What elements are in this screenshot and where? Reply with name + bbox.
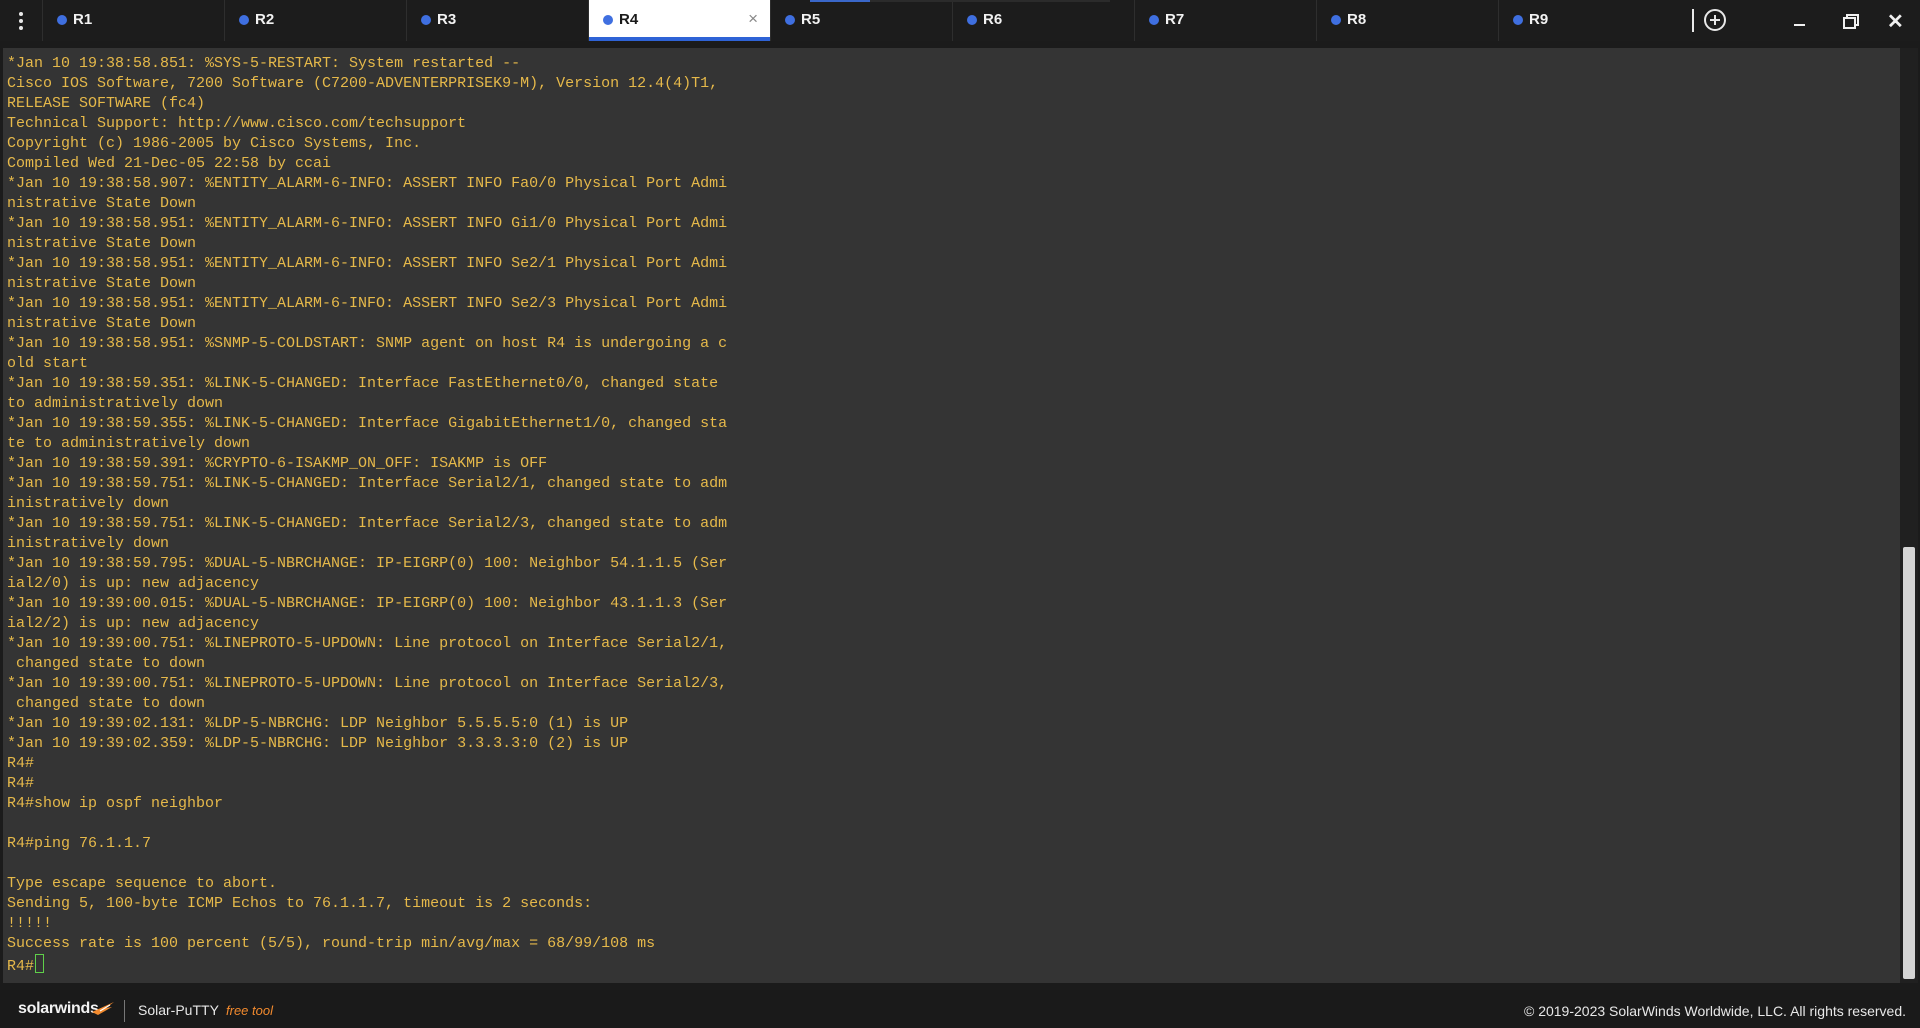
terminal-line: changed state to down bbox=[7, 655, 206, 672]
tab-r3[interactable]: R3 bbox=[406, 0, 588, 41]
active-tab-indicator bbox=[589, 37, 770, 41]
tab-label: R1 bbox=[73, 11, 93, 28]
status-dot-icon bbox=[1149, 15, 1159, 25]
terminal-line: Compiled Wed 21-Dec-05 22:58 by ccai bbox=[7, 155, 332, 172]
terminal-line: *Jan 10 19:39:00.751: %LINEPROTO-5-UPDOW… bbox=[7, 635, 728, 652]
status-dot-icon bbox=[603, 15, 613, 25]
terminal-line: R4# bbox=[7, 755, 35, 772]
terminal-line: Copyright (c) 1986-2005 by Cisco Systems… bbox=[7, 135, 422, 152]
terminal-line: Sending 5, 100-byte ICMP Echos to 76.1.1… bbox=[7, 895, 593, 912]
terminal-line: *Jan 10 19:38:59.751: %LINK-5-CHANGED: I… bbox=[7, 515, 728, 532]
flame-logo-icon bbox=[92, 1002, 114, 1015]
tab-r5[interactable]: R5 bbox=[770, 0, 952, 41]
restore-button[interactable] bbox=[1825, 0, 1875, 41]
tab-r2[interactable]: R2 bbox=[224, 0, 406, 41]
tab-r4[interactable]: R4 × bbox=[588, 0, 770, 41]
terminal-line: Cisco IOS Software, 7200 Software (C7200… bbox=[7, 75, 719, 92]
terminal-line: nistrative State Down bbox=[7, 195, 197, 212]
divider bbox=[1692, 9, 1694, 32]
terminal-line: RELEASE SOFTWARE (fc4) bbox=[7, 95, 206, 112]
terminal-line: *Jan 10 19:39:02.131: %LDP-5-NBRCHG: LDP… bbox=[7, 715, 629, 732]
terminal-line: Type escape sequence to abort. bbox=[7, 875, 278, 892]
terminal-line: te to administratively down bbox=[7, 435, 251, 452]
tab-label: R6 bbox=[983, 11, 1003, 28]
status-dot-icon bbox=[1513, 15, 1523, 25]
terminal-line: *Jan 10 19:38:59.351: %LINK-5-CHANGED: I… bbox=[7, 375, 719, 392]
solarwinds-logo: solarwinds bbox=[18, 1000, 99, 1017]
tab-label: R2 bbox=[255, 11, 275, 28]
status-dot-icon bbox=[421, 15, 431, 25]
terminal-line: changed state to down bbox=[7, 695, 206, 712]
terminal-line: nistrative State Down bbox=[7, 315, 197, 332]
terminal-line: *Jan 10 19:38:58.851: %SYS-5-RESTART: Sy… bbox=[7, 55, 521, 72]
status-dot-icon bbox=[1331, 15, 1341, 25]
tab-r9[interactable]: R9 bbox=[1498, 0, 1684, 41]
tab-scroll-indicator bbox=[810, 0, 1110, 2]
terminal-line: *Jan 10 19:38:59.795: %DUAL-5-NBRCHANGE:… bbox=[7, 555, 728, 572]
terminal-frame: *Jan 10 19:38:58.851: %SYS-5-RESTART: Sy… bbox=[0, 44, 1920, 984]
terminal-line: *Jan 10 19:39:02.359: %LDP-5-NBRCHG: LDP… bbox=[7, 735, 629, 752]
terminal-line: *Jan 10 19:38:59.355: %LINK-5-CHANGED: I… bbox=[7, 415, 728, 432]
text-cursor bbox=[35, 954, 45, 973]
tab-label: R4 bbox=[619, 11, 639, 28]
terminal-line: ial2/0) is up: new adjacency bbox=[7, 575, 260, 592]
terminal-line: !!!!! bbox=[7, 915, 53, 932]
vertical-scrollbar[interactable] bbox=[1900, 48, 1918, 983]
terminal-output: *Jan 10 19:38:58.851: %SYS-5-RESTART: Sy… bbox=[7, 54, 727, 977]
scrollbar-thumb[interactable] bbox=[1903, 547, 1915, 979]
terminal-line: ial2/2) is up: new adjacency bbox=[7, 615, 260, 632]
terminal-line: *Jan 10 19:39:00.015: %DUAL-5-NBRCHANGE:… bbox=[7, 595, 728, 612]
free-tool-label: free tool bbox=[226, 1003, 273, 1018]
status-dot-icon bbox=[57, 15, 67, 25]
terminal-line: *Jan 10 19:38:59.751: %LINK-5-CHANGED: I… bbox=[7, 475, 728, 492]
terminal-prompt: R4# bbox=[7, 958, 35, 975]
terminal-line: *Jan 10 19:38:58.951: %ENTITY_ALARM-6-IN… bbox=[7, 255, 728, 272]
footer: solarwinds Solar-PuTTY free tool © 2019-… bbox=[0, 990, 1920, 1028]
tab-label: R5 bbox=[801, 11, 821, 28]
terminal-line: R4#show ip ospf neighbor bbox=[7, 795, 224, 812]
tab-label: R7 bbox=[1165, 11, 1185, 28]
close-window-button[interactable]: ✕ bbox=[1870, 0, 1920, 41]
status-dot-icon bbox=[785, 15, 795, 25]
close-tab-icon[interactable]: × bbox=[748, 9, 758, 29]
tab-r8[interactable]: R8 bbox=[1316, 0, 1498, 41]
status-dot-icon bbox=[239, 15, 249, 25]
terminal-line: to administratively down bbox=[7, 395, 224, 412]
terminal-line: *Jan 10 19:38:58.951: %ENTITY_ALARM-6-IN… bbox=[7, 295, 728, 312]
kebab-menu-icon[interactable] bbox=[0, 0, 42, 41]
terminal-line: R4# bbox=[7, 775, 35, 792]
terminal-line: Technical Support: http://www.cisco.com/… bbox=[7, 115, 467, 132]
tab-bar: R1 R2 R3 R4 × R5 R6 R7 R8 R9 ✕ bbox=[0, 0, 1920, 41]
product-name: Solar-PuTTY bbox=[138, 1002, 219, 1018]
tab-r1[interactable]: R1 bbox=[42, 0, 224, 41]
terminal-line: old start bbox=[7, 355, 89, 372]
divider bbox=[124, 1000, 125, 1022]
add-tab-icon[interactable] bbox=[1704, 9, 1726, 31]
terminal-line: nistrative State Down bbox=[7, 235, 197, 252]
terminal-line: *Jan 10 19:39:00.751: %LINEPROTO-5-UPDOW… bbox=[7, 675, 728, 692]
terminal-line: R4#ping 76.1.1.7 bbox=[7, 835, 152, 852]
terminal-line: *Jan 10 19:38:58.907: %ENTITY_ALARM-6-IN… bbox=[7, 175, 728, 192]
terminal-line: *Jan 10 19:38:58.951: %ENTITY_ALARM-6-IN… bbox=[7, 215, 728, 232]
tab-r6[interactable]: R6 bbox=[952, 0, 1134, 41]
terminal-view[interactable]: *Jan 10 19:38:58.851: %SYS-5-RESTART: Sy… bbox=[3, 48, 1900, 983]
terminal-line: nistrative State Down bbox=[7, 275, 197, 292]
tab-label: R8 bbox=[1347, 11, 1367, 28]
close-icon: ✕ bbox=[1887, 11, 1904, 33]
tab-label: R3 bbox=[437, 11, 457, 28]
terminal-line: *Jan 10 19:38:59.391: %CRYPTO-6-ISAKMP_O… bbox=[7, 455, 548, 472]
tab-label: R9 bbox=[1529, 11, 1549, 28]
terminal-line: Success rate is 100 percent (5/5), round… bbox=[7, 935, 656, 952]
minimize-button[interactable] bbox=[1775, 0, 1825, 41]
copyright-text: © 2019-2023 SolarWinds Worldwide, LLC. A… bbox=[1523, 1003, 1906, 1019]
terminal-line: *Jan 10 19:38:58.951: %SNMP-5-COLDSTART:… bbox=[7, 335, 728, 352]
terminal-line: inistratively down bbox=[7, 535, 170, 552]
terminal-prompt-line[interactable]: R4# bbox=[7, 954, 727, 977]
terminal-line: inistratively down bbox=[7, 495, 170, 512]
status-dot-icon bbox=[967, 15, 977, 25]
tab-r7[interactable]: R7 bbox=[1134, 0, 1316, 41]
